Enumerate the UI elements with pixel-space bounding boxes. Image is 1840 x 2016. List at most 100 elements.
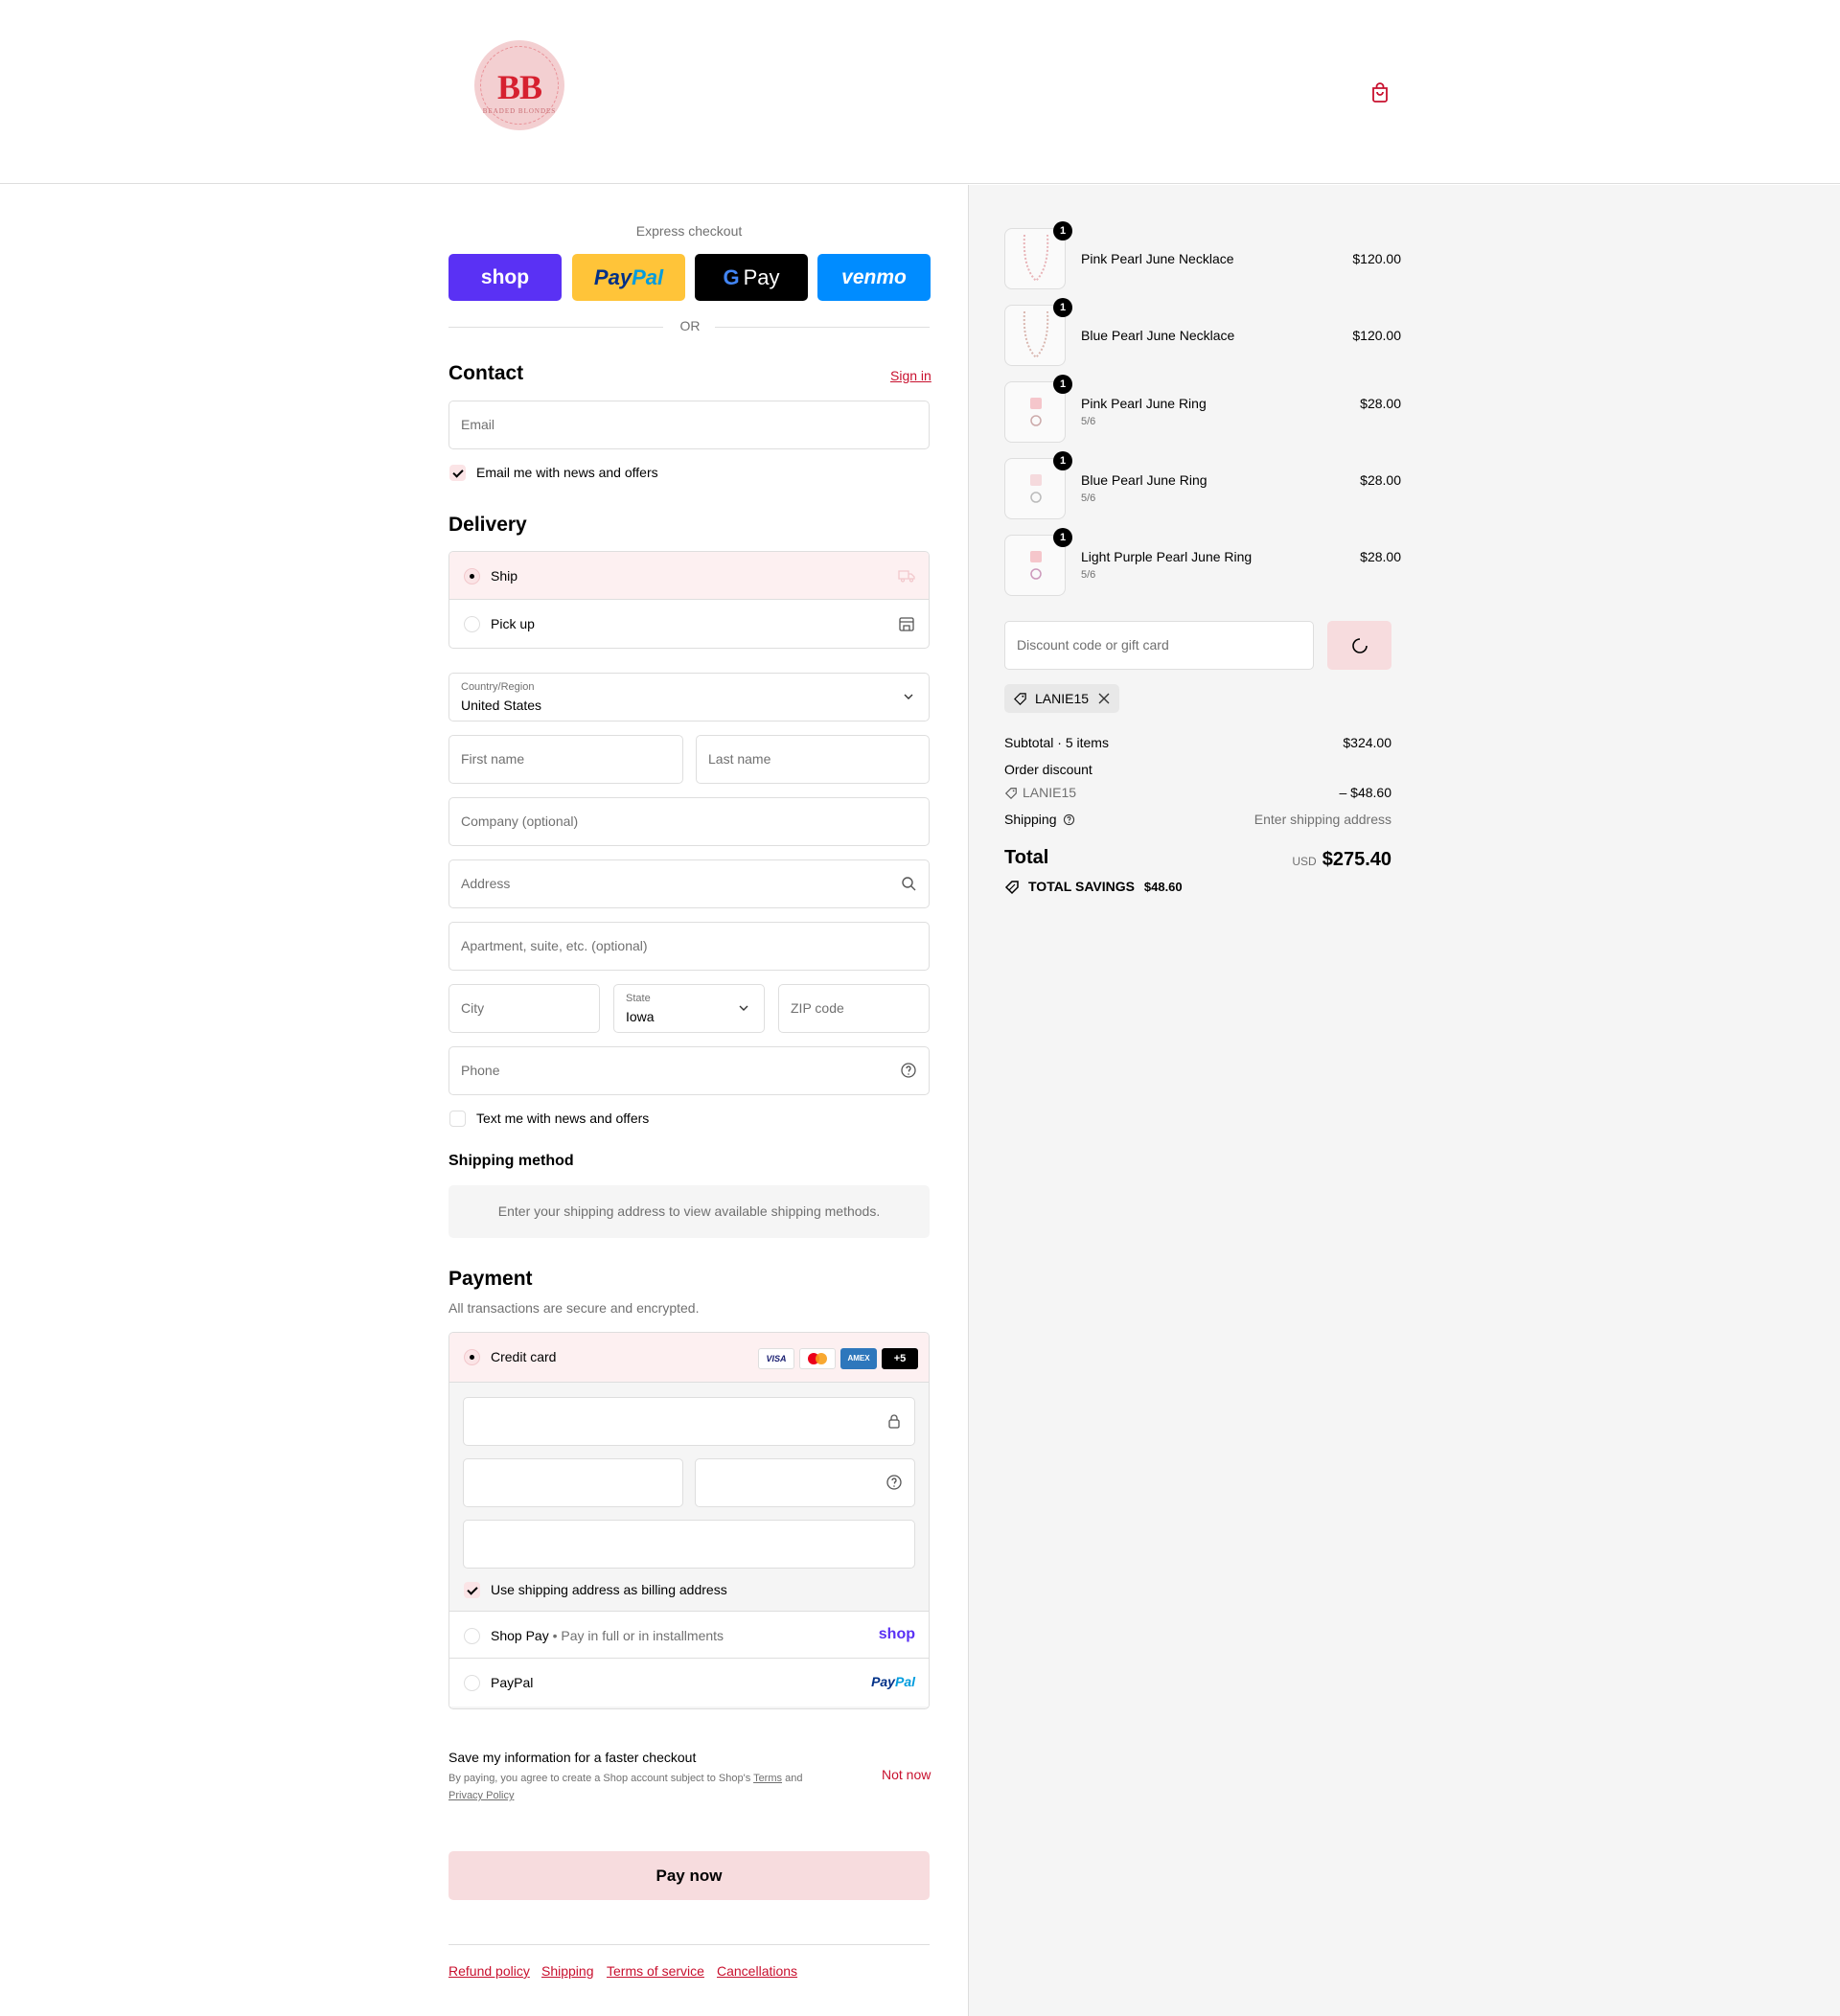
state-select[interactable]: State Iowa	[613, 984, 765, 1033]
apartment-field[interactable]: Apartment, suite, etc. (optional)	[448, 922, 930, 971]
payment-heading: Payment	[448, 1268, 533, 1290]
product-thumbnail: 1	[1004, 451, 1072, 519]
shipping-value: Enter shipping address	[1254, 812, 1392, 827]
product-price: $28.00	[1360, 396, 1401, 411]
currency-code: USD	[1292, 855, 1317, 868]
credit-card-radio[interactable]	[464, 1349, 480, 1365]
shop-pay-radio[interactable]	[464, 1628, 480, 1644]
product-variant: 5/6	[1081, 493, 1096, 504]
ship-label: Ship	[491, 568, 518, 584]
payment-option-credit-card[interactable]: Credit card VISA AMEX +5	[449, 1333, 929, 1383]
save-info-legal-prefix: By paying, you agree to create a Shop ac…	[448, 1773, 751, 1784]
text-news-label: Text me with news and offers	[476, 1111, 650, 1126]
last-name-field[interactable]: Last name	[696, 735, 930, 784]
applied-discount-tag: LANIE15	[1004, 684, 1119, 713]
product-price: $120.00	[1352, 328, 1401, 343]
help-circle-icon[interactable]	[900, 1062, 917, 1079]
close-icon[interactable]	[1098, 693, 1110, 704]
zip-field[interactable]: ZIP code	[778, 984, 930, 1033]
shopping-bag-icon[interactable]	[1370, 81, 1390, 103]
paypal-radio[interactable]	[464, 1675, 480, 1691]
discount-code-field[interactable]: Discount code or gift card	[1004, 621, 1314, 670]
card-expiration-field[interactable]	[463, 1458, 683, 1507]
delivery-option-ship[interactable]: Ship	[449, 552, 929, 600]
country-select[interactable]: Country/Region United States	[448, 673, 930, 722]
delivery-options: Ship Pick up	[448, 551, 930, 649]
shop-pay-label: Shop Pay • Pay in full or in installment…	[491, 1628, 724, 1643]
save-info-and: and	[785, 1773, 803, 1784]
shop-terms-link[interactable]: Terms	[753, 1773, 782, 1784]
logo-text: BB	[496, 68, 542, 106]
shop-pay-name: Shop Pay	[491, 1628, 549, 1643]
state-value: Iowa	[626, 1009, 655, 1024]
sign-in-link[interactable]: Sign in	[890, 368, 932, 383]
not-now-button[interactable]: Not now	[882, 1767, 931, 1782]
payment-subheading: All transactions are secure and encrypte…	[448, 1300, 700, 1316]
google-pay-express-button[interactable]: G Pay	[695, 254, 808, 301]
cancellations-link[interactable]: Cancellations	[717, 1963, 797, 1979]
terms-of-service-link[interactable]: Terms of service	[607, 1963, 704, 1979]
phone-field[interactable]: Phone	[448, 1046, 930, 1095]
email-field[interactable]: Email	[448, 401, 930, 449]
billing-address-checkbox[interactable]	[464, 1582, 480, 1598]
company-field[interactable]: Company (optional)	[448, 797, 930, 846]
shop-privacy-link[interactable]: Privacy Policy	[448, 1790, 514, 1801]
shipping-method-heading: Shipping method	[448, 1153, 574, 1169]
first-name-field[interactable]: First name	[448, 735, 683, 784]
applied-discount-code: LANIE15	[1035, 691, 1090, 706]
card-number-field[interactable]	[463, 1397, 915, 1446]
product-variant: 5/6	[1081, 416, 1096, 427]
store-logo[interactable]: BB BEADED BLONDES	[474, 40, 564, 130]
city-field[interactable]: City	[448, 984, 600, 1033]
divider	[715, 327, 930, 328]
country-value: United States	[461, 698, 542, 713]
email-news-checkbox[interactable]	[449, 465, 466, 481]
paypal-logo: PayPal	[871, 1674, 915, 1689]
more-cards-badge: +5	[882, 1348, 918, 1369]
loading-spinner-icon	[1352, 638, 1368, 653]
total-row: Total USD $275.40	[1004, 847, 1392, 876]
country-label: Country/Region	[461, 681, 535, 693]
paypal-label: PayPal	[491, 1675, 534, 1690]
help-circle-icon[interactable]	[1063, 813, 1075, 826]
address-field[interactable]: Address	[448, 859, 930, 908]
product-thumbnail: 1	[1004, 298, 1072, 366]
text-news-checkbox[interactable]	[449, 1111, 466, 1127]
total-value: $275.40	[1322, 849, 1392, 870]
delivery-option-pickup[interactable]: Pick up	[449, 600, 929, 648]
divider	[448, 327, 663, 328]
paypal-logo-pay: Pay	[871, 1674, 895, 1689]
product-variant: 5/6	[1081, 569, 1096, 581]
product-thumbnail: 1	[1004, 375, 1072, 443]
pickup-radio[interactable]	[464, 616, 480, 632]
pay-now-button[interactable]: Pay now	[448, 1851, 930, 1900]
product-price: $28.00	[1360, 549, 1401, 564]
help-circle-icon[interactable]	[886, 1474, 903, 1491]
shop-pay-express-button[interactable]: shop	[448, 254, 562, 301]
billing-address-label: Use shipping address as billing address	[491, 1582, 727, 1597]
apply-discount-button[interactable]	[1327, 621, 1392, 670]
payment-option-shop-pay[interactable]: Shop Pay • Pay in full or in installment…	[449, 1611, 929, 1659]
ship-radio[interactable]	[464, 568, 480, 584]
venmo-express-button[interactable]: venmo	[817, 254, 931, 301]
total-savings-row: TOTAL SAVINGS $48.60	[1004, 879, 1392, 895]
first-name-placeholder: First name	[461, 751, 525, 767]
card-security-code-field[interactable]	[695, 1458, 915, 1507]
shipping-policy-link[interactable]: Shipping	[541, 1963, 594, 1979]
payment-option-paypal[interactable]: PayPal PayPal	[449, 1659, 929, 1707]
total-savings-value: $48.60	[1143, 880, 1183, 894]
product-name: Light Purple Pearl June Ring	[1081, 549, 1253, 564]
visa-icon: VISA	[758, 1348, 794, 1369]
paypal-express-button[interactable]: Pay Pal	[572, 254, 685, 301]
footer-divider	[448, 1944, 930, 1945]
discount-code-row: LANIE15 – $48.60	[1004, 785, 1392, 800]
header: BB BEADED BLONDES	[0, 0, 1840, 184]
search-icon	[902, 877, 916, 891]
store-icon	[899, 617, 914, 631]
discount-code-label: LANIE15	[1023, 785, 1077, 800]
refund-policy-link[interactable]: Refund policy	[448, 1963, 530, 1979]
total-savings-label: TOTAL SAVINGS	[1028, 879, 1135, 894]
checkout-form: Express checkout shop Pay Pal G Pay venmo …	[0, 185, 968, 2016]
card-name-field[interactable]	[463, 1520, 915, 1569]
quantity-badge: 1	[1053, 298, 1072, 317]
